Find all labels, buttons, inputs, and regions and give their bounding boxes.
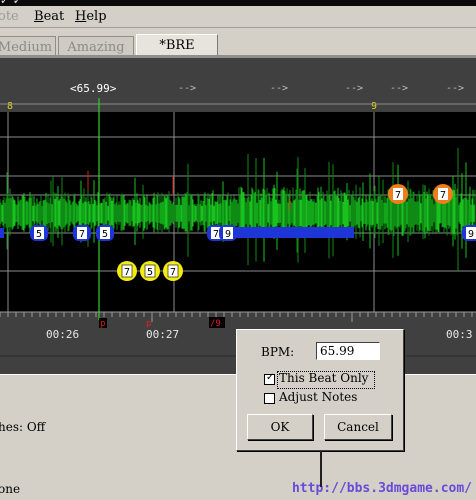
note-value: 7 [170, 267, 176, 278]
menu-bar: ote Beat Help [0, 6, 476, 28]
step-editor-panel[interactable]: <65.99> --> --> --> --> --> 8 9 5 7 5 7 … [0, 58, 476, 374]
blue-note-edge[interactable] [0, 228, 4, 238]
adjust-notes-label[interactable]: Adjust Notes [279, 390, 357, 404]
menu-note[interactable]: ote [0, 9, 19, 24]
status-line-2: one [0, 482, 21, 496]
playhead-marker[interactable]: p [100, 319, 105, 329]
blue-note[interactable]: 5 [30, 225, 48, 241]
this-beat-only-label[interactable]: This Beat Only [279, 371, 368, 385]
adjust-notes-checkbox[interactable] [264, 393, 275, 404]
menu-beat-rest: eat [43, 9, 65, 24]
note-value: 5 [36, 229, 42, 240]
note-value: 7 [79, 229, 85, 240]
ok-button[interactable]: OK [247, 414, 313, 440]
blue-note[interactable]: 5 [96, 225, 114, 241]
note-value: 5 [102, 229, 108, 240]
arrow-marker: --> [178, 83, 196, 94]
blue-note[interactable]: 9 [462, 225, 476, 241]
blue-note[interactable]: 9 [219, 225, 237, 241]
arrow-marker: --> [270, 83, 288, 94]
watermark: http://bbs.3dmgame.com/ [291, 481, 472, 496]
menu-beat-accel: B [34, 9, 44, 24]
playhead-marker[interactable]: /9 [210, 319, 221, 329]
orange-note[interactable]: 7 [433, 184, 453, 204]
yellow-note[interactable]: 7 [163, 261, 183, 281]
tab-amazing[interactable]: Amazing [58, 36, 134, 57]
yellow-note[interactable]: 5 [140, 261, 160, 281]
blue-note[interactable]: 7 [73, 225, 91, 241]
yellow-note-group: 7 5 7 [117, 261, 183, 281]
dialog-connector [320, 451, 322, 487]
status-line: hes: Off [0, 420, 46, 434]
timestamp: 00:3 [446, 328, 473, 341]
arrow-marker: --> [446, 83, 464, 94]
bpm-label: BPM: [261, 345, 295, 359]
menu-help-rest: elp [86, 9, 107, 24]
beat-marker-top: 9 [371, 101, 377, 112]
note-value: 7 [124, 267, 130, 278]
note-value: 9 [225, 229, 231, 240]
note-value: 9 [468, 229, 474, 240]
timestamp: 00:27 [146, 328, 179, 341]
beat-marker-top: 8 [7, 101, 13, 112]
this-beat-only-checkbox[interactable]: ✓ [264, 372, 275, 385]
cancel-button[interactable]: Cancel [324, 414, 392, 440]
timestamp: 00:26 [46, 328, 79, 341]
menu-help[interactable]: Help [75, 9, 107, 24]
orange-note[interactable]: 7 [388, 184, 408, 204]
check-mark-icon: ✓ [266, 372, 275, 383]
step-editor-canvas[interactable]: <65.99> --> --> --> --> --> 8 9 5 7 5 7 … [0, 58, 476, 374]
tab-medium[interactable]: Medium [0, 36, 56, 57]
arrow-marker: --> [390, 83, 408, 94]
menu-help-accel: H [75, 9, 87, 24]
playhead-marker[interactable]: p [146, 319, 151, 329]
cursor-bpm-label: <65.99> [70, 82, 117, 95]
note-value: 7 [440, 190, 446, 201]
note-value: 5 [147, 267, 153, 278]
yellow-note[interactable]: 7 [117, 261, 137, 281]
bpm-dialog: BPM: ✓ This Beat Only Adjust Notes OK Ca… [236, 329, 404, 451]
note-value: 7 [213, 229, 219, 240]
menu-beat[interactable]: Beat [34, 9, 64, 24]
arrow-marker: --> [345, 83, 363, 94]
bpm-input[interactable] [316, 342, 380, 360]
note-value: 7 [395, 190, 401, 201]
